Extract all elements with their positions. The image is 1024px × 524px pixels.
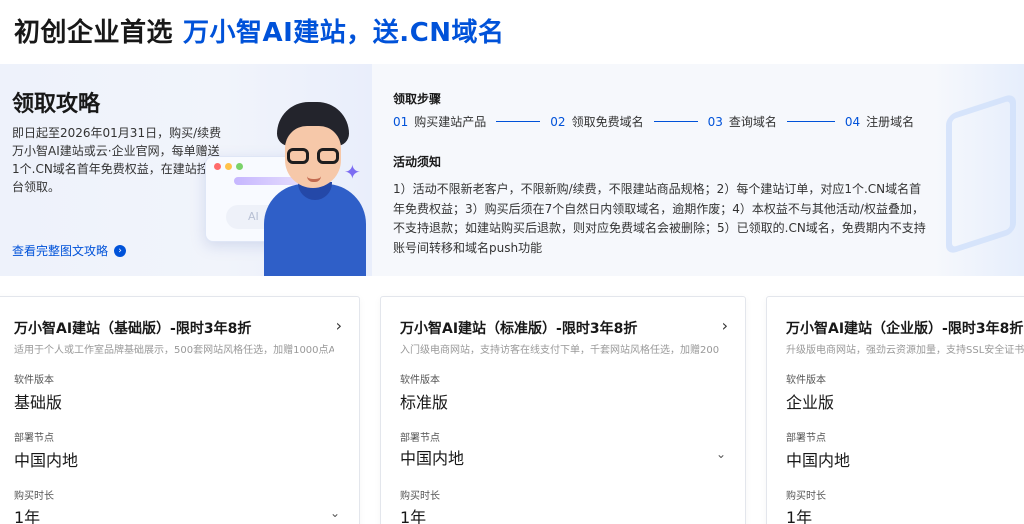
step-connector xyxy=(496,121,541,122)
version-value: 基础版 xyxy=(14,393,63,412)
version-label: 软件版本 xyxy=(400,375,440,386)
steps-title: 领取步骤 xyxy=(393,92,442,106)
card-description: 入门级电商网站，支持访客在线支付下单，千套网站风格任选，加赠200... xyxy=(400,345,720,356)
guide-link[interactable]: 查看完整图文攻略 › xyxy=(12,242,127,259)
step-label: 注册域名 xyxy=(866,115,915,129)
chevron-down-icon: ⌄ xyxy=(715,447,726,461)
node-value: 中国内地 xyxy=(400,449,465,468)
guide-description: 即日起至2026年01月31日，购买/续费万小智AI建站或云·企业官网，每单赠送… xyxy=(12,126,222,194)
version-value: 企业版 xyxy=(786,393,835,412)
node-value: 中国内地 xyxy=(14,451,79,470)
guide-link-label: 查看完整图文攻略 xyxy=(12,244,109,258)
card-title: 万小智AI建站（企业版）-限时3年8折 xyxy=(786,321,1024,337)
step-label: 查询域名 xyxy=(728,115,777,129)
chevron-right-icon[interactable]: › xyxy=(336,316,342,335)
glasses-icon xyxy=(287,148,339,164)
character-avatar-illustration xyxy=(277,102,349,188)
duration-select[interactable]: 1年 ⌄ xyxy=(14,504,340,524)
card-title: 万小智AI建站（标准版）-限时3年8折 xyxy=(400,321,638,337)
chevron-right-icon[interactable]: › xyxy=(722,316,728,335)
duration-value[interactable]: 1年 xyxy=(400,504,426,524)
title-main: 初创企业首选 xyxy=(14,18,174,48)
step-number: 04 xyxy=(844,114,861,129)
arrow-right-circle-icon: › xyxy=(114,244,127,257)
promo-banner: 领取攻略 即日起至2026年01月31日，购买/续费万小智AI建站或云·企业官网… xyxy=(0,64,1024,276)
node-label: 部署节点 xyxy=(14,433,54,444)
steps-row: 01 购买建站产品 02 领取免费域名 03 查询域名 04 注册域名 xyxy=(393,113,914,130)
activity-panel: 领取步骤 01 购买建站产品 02 领取免费域名 03 查询域名 04 注册域名… xyxy=(372,64,1024,276)
card-description: 适用于个人或工作室品牌基础展示，500套网站风格任选，加赠1000点AI... xyxy=(14,345,334,356)
step-label: 领取免费域名 xyxy=(571,115,644,129)
product-card-standard: 万小智AI建站（标准版）-限时3年8折 › 入门级电商网站，支持访客在线支付下单… xyxy=(380,296,746,524)
notice-text: 1）活动不限新老客户，不限新购/续费，不限建站商品规格；2）每个建站订单，对应1… xyxy=(393,182,926,255)
page-title: 初创企业首选 万小智AI建站，送.CN域名 xyxy=(14,12,505,49)
step-number: 02 xyxy=(550,114,566,129)
version-label: 软件版本 xyxy=(14,375,54,386)
node-label: 部署节点 xyxy=(786,433,826,444)
product-cards: 万小智AI建站（基础版）-限时3年8折 › 适用于个人或工作室品牌基础展示，50… xyxy=(0,296,1024,524)
notice-title: 活动须知 xyxy=(393,155,442,169)
title-highlight: 万小智AI建站，送.CN域名 xyxy=(183,18,505,48)
guide-panel: 领取攻略 即日起至2026年01月31日，购买/续费万小智AI建站或云·企业官网… xyxy=(0,64,372,276)
decorative-shape xyxy=(946,92,1016,256)
duration-label: 购买时长 xyxy=(14,491,54,502)
duration-value[interactable]: 1年 xyxy=(786,504,812,524)
version-label: 软件版本 xyxy=(786,375,826,386)
node-label: 部署节点 xyxy=(400,433,440,444)
duration-label: 购买时长 xyxy=(786,491,826,502)
product-card-enterprise: 万小智AI建站（企业版）-限时3年8折 升级版电商网站，强劲云资源加量，支持SS… xyxy=(766,296,1024,524)
duration-label: 购买时长 xyxy=(400,491,440,502)
node-select[interactable]: 中国内地 ⌄ xyxy=(400,445,726,469)
step-connector xyxy=(653,121,698,122)
card-title: 万小智AI建站（基础版）-限时3年8折 xyxy=(14,321,252,337)
step-connector xyxy=(786,121,835,122)
duration-value: 1年 xyxy=(14,508,41,524)
sparkle-icon: ✦ xyxy=(344,160,361,184)
step-label: 购买建站产品 xyxy=(414,115,487,129)
chevron-down-icon: ⌄ xyxy=(329,506,340,520)
step-number: 01 xyxy=(393,114,409,129)
step-number: 03 xyxy=(707,114,723,129)
node-value: 中国内地 xyxy=(786,451,851,470)
card-description: 升级版电商网站，强劲云资源加量，支持SSL安全证书 xyxy=(786,345,1024,356)
guide-title: 领取攻略 xyxy=(12,92,101,117)
product-card-basic: 万小智AI建站（基础版）-限时3年8折 › 适用于个人或工作室品牌基础展示，50… xyxy=(0,296,360,524)
window-dots-icon xyxy=(214,163,243,170)
version-value: 标准版 xyxy=(400,393,449,412)
